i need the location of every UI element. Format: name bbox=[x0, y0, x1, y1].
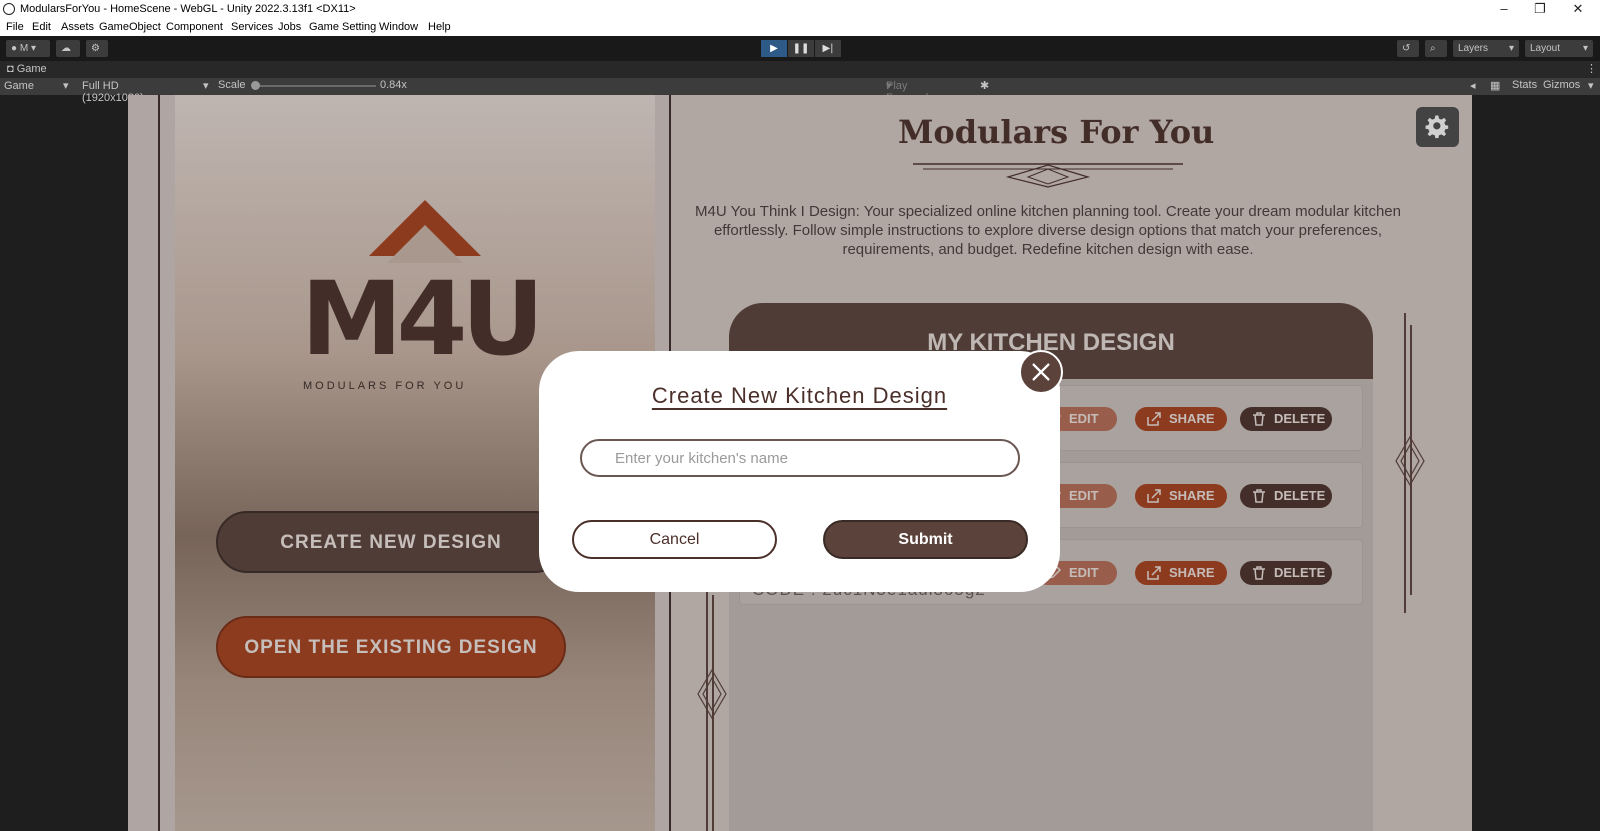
pause-icon: ❚❚ bbox=[792, 43, 810, 54]
modal-title: Create New Kitchen Design bbox=[651, 383, 948, 408]
cloud-icon: ☁ bbox=[61, 43, 71, 54]
chevron-down-icon: ▾ bbox=[63, 80, 69, 92]
gamepad-icon: ◘ bbox=[7, 63, 14, 75]
search-icon: ⌕ bbox=[1430, 43, 1436, 54]
account-icon: ● bbox=[11, 43, 18, 54]
menu-edit[interactable]: Edit bbox=[32, 21, 51, 33]
bug-icon[interactable]: ✱ bbox=[980, 79, 989, 92]
cancel-button[interactable]: Cancel bbox=[572, 520, 777, 559]
chevron-down-icon: ▾ bbox=[1508, 43, 1514, 54]
submit-button[interactable]: Submit bbox=[823, 520, 1028, 559]
account-button[interactable]: ● M ▾ bbox=[6, 40, 50, 57]
scale-slider-track[interactable] bbox=[258, 85, 376, 87]
modal-close-button[interactable] bbox=[1019, 350, 1063, 394]
gizmos-toggle[interactable]: Gizmos bbox=[1543, 79, 1580, 91]
stats-toggle[interactable]: Stats bbox=[1512, 79, 1537, 91]
menu-bar: File Edit Assets GameObject Component Se… bbox=[0, 19, 1600, 36]
close-icon bbox=[1032, 363, 1050, 381]
pause-button[interactable]: ❚❚ bbox=[788, 40, 814, 57]
window-titlebar: ModularsForYou - HomeScene - WebGL - Uni… bbox=[0, 0, 1600, 19]
chevron-down-icon: ▾ bbox=[1588, 80, 1594, 92]
scale-slider-handle[interactable] bbox=[251, 81, 260, 90]
menu-help[interactable]: Help bbox=[428, 21, 451, 33]
services-button[interactable]: ⚙ bbox=[86, 40, 108, 57]
game-tab-bar: ◘ Game ⋮ bbox=[0, 61, 1600, 78]
chevron-down-icon: ▾ bbox=[1582, 43, 1588, 54]
kitchen-name-input[interactable] bbox=[580, 439, 1020, 477]
play-mode-dropdown[interactable]: Play Focused ▾ bbox=[886, 79, 928, 104]
audio-icon[interactable]: ◂ bbox=[1470, 79, 1476, 92]
step-button[interactable]: ▶| bbox=[815, 40, 841, 57]
chevron-down-icon: ▾ bbox=[203, 80, 209, 92]
menu-file[interactable]: File bbox=[6, 21, 24, 33]
stats-icon: ▦ bbox=[1490, 80, 1501, 92]
more-options-icon[interactable]: ⋮ bbox=[1586, 62, 1597, 75]
history-icon: ↺ bbox=[1402, 43, 1411, 54]
layout-dropdown[interactable]: Layout ▾ bbox=[1525, 40, 1593, 57]
menu-jobs[interactable]: Jobs bbox=[278, 21, 301, 33]
cloud-button[interactable]: ☁ bbox=[56, 40, 80, 57]
services-icon: ⚙ bbox=[91, 43, 100, 54]
search-button[interactable]: ⌕ bbox=[1425, 40, 1447, 57]
menu-window[interactable]: Window bbox=[379, 21, 418, 33]
menu-game-setting[interactable]: Game Setting bbox=[309, 21, 376, 33]
close-window-button[interactable]: ✕ bbox=[1560, 0, 1596, 19]
step-icon: ▶| bbox=[822, 43, 834, 54]
play-icon: ▶ bbox=[770, 43, 778, 54]
layers-dropdown[interactable]: Layers ▾ bbox=[1453, 40, 1519, 57]
window-title: ModularsForYou - HomeScene - WebGL - Uni… bbox=[20, 3, 356, 15]
menu-component[interactable]: Component bbox=[166, 21, 223, 33]
restore-button[interactable]: ❐ bbox=[1522, 0, 1558, 19]
menu-assets[interactable]: Assets bbox=[61, 21, 94, 33]
game-tab[interactable]: ◘ Game bbox=[7, 63, 47, 75]
create-design-modal: Create New Kitchen Design Cancel Submit bbox=[539, 351, 1060, 592]
history-button[interactable]: ↺ bbox=[1397, 40, 1419, 57]
scale-value: 0.84x bbox=[380, 79, 407, 91]
scale-label: Scale bbox=[218, 79, 246, 91]
menu-gameobject[interactable]: GameObject bbox=[99, 21, 161, 33]
game-view-toolbar: Game ▾ Full HD (1920x1080) ▾ Scale 0.84x… bbox=[0, 78, 1600, 104]
play-button[interactable]: ▶ bbox=[761, 40, 787, 57]
unity-toolbar: ● M ▾ ☁ ⚙ ▶ ❚❚ ▶| ↺ ⌕ Layers ▾ Layout ▾ bbox=[0, 36, 1600, 61]
unity-logo-icon bbox=[3, 3, 15, 15]
minimize-button[interactable]: – bbox=[1486, 0, 1522, 19]
menu-services[interactable]: Services bbox=[231, 21, 273, 33]
